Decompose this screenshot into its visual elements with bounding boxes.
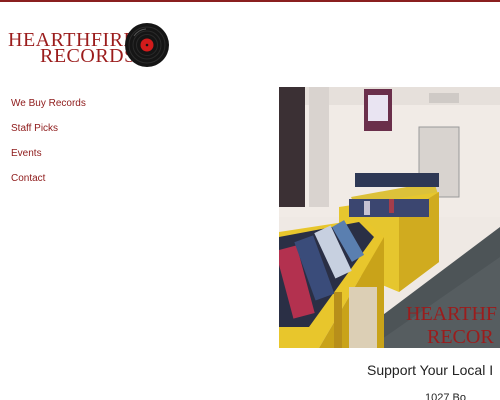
store-address: 1027 Bo: [425, 392, 466, 400]
hero-overlay-line1: HEARTHF: [406, 303, 497, 325]
vinyl-record-icon: [125, 23, 169, 67]
nav-item-events: Events: [11, 143, 86, 159]
main-nav: We Buy Records Staff Picks Events Contac…: [11, 93, 86, 193]
support-local-heading: Support Your Local I: [367, 362, 494, 378]
logo-text-line2: RECORDS: [40, 45, 136, 67]
nav-link-staff-picks[interactable]: Staff Picks: [11, 123, 58, 134]
nav-link-contact[interactable]: Contact: [11, 173, 45, 184]
nav-link-we-buy-records[interactable]: We Buy Records: [11, 98, 86, 109]
site-logo[interactable]: HEARTHFIRE RECORDS: [6, 20, 176, 70]
nav-link-events[interactable]: Events: [11, 148, 42, 159]
store-interior-illustration: HEARTHF RECOR: [279, 87, 500, 348]
store-interior-photo: HEARTHF RECOR: [279, 87, 500, 348]
nav-item-staff-picks: Staff Picks: [11, 118, 86, 134]
nav-item-contact: Contact: [11, 168, 86, 184]
hero-overlay-line2: RECOR: [427, 326, 494, 348]
nav-item-we-buy-records: We Buy Records: [11, 93, 86, 109]
top-rule: [0, 0, 500, 2]
page: HEARTHFIRE RECORDS We Buy Records Staff …: [0, 0, 500, 400]
